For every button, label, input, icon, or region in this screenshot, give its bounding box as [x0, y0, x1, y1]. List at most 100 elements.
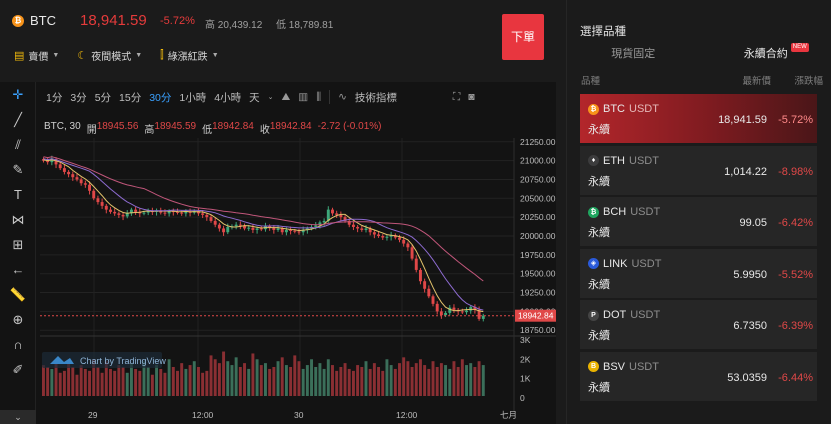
- candle-body: [414, 258, 418, 270]
- candle-body: [385, 236, 389, 238]
- candle-body: [83, 183, 87, 185]
- market-row-link[interactable]: ◈ LINK USDT 永續 5.9950 -5.52%: [580, 248, 817, 298]
- interval-30m[interactable]: 30分: [149, 90, 171, 105]
- change-percent: -6.42%: [778, 217, 813, 229]
- candle-style-icon[interactable]: ▥: [298, 91, 308, 103]
- pair-selector[interactable]: ₿ BTC: [12, 13, 56, 28]
- volume-bar: [109, 368, 112, 396]
- volume-bar: [322, 368, 326, 396]
- candle-body: [213, 220, 217, 225]
- panel-title: 選擇品種: [580, 26, 626, 38]
- fib-icon[interactable]: ⫽: [0, 132, 36, 157]
- volume-bar: [201, 372, 205, 396]
- interval-3m[interactable]: 3分: [70, 90, 86, 105]
- y-tick-label: 19250.00: [520, 288, 556, 298]
- current-price-label: 18942.84: [518, 311, 554, 321]
- volume-bar: [159, 368, 163, 396]
- lock-icon[interactable]: ✐: [0, 357, 36, 382]
- interval-5m[interactable]: 5分: [95, 90, 111, 105]
- bsv-coin-icon: B: [588, 361, 599, 372]
- brush-icon[interactable]: ✎: [0, 157, 36, 182]
- volume-bar: [117, 365, 121, 396]
- volume-bar: [264, 363, 267, 396]
- volume-bar: [96, 367, 100, 396]
- market-row-dot[interactable]: P DOT USDT 永續 6.7350 -6.39%: [580, 300, 817, 349]
- volume-bar: [414, 363, 418, 396]
- pattern-icon[interactable]: ⋈: [0, 207, 36, 232]
- volume-bar: [326, 359, 330, 396]
- fullscreen-icon[interactable]: ⛶: [453, 91, 460, 104]
- volume-bar: [452, 361, 456, 396]
- candle-body: [356, 226, 360, 229]
- change-percent: -5.52%: [778, 268, 813, 281]
- volume-tick-label: 0: [520, 393, 525, 403]
- chart-container: ✛ ╱ ⫽ ✎ T ⋈ ⊞ ← 📏 ⊕ ∩ ✐ ⌄ 1分 3分 5分 15分 3…: [0, 82, 556, 424]
- volume-bar: [150, 374, 154, 396]
- area-chart-icon[interactable]: ⛰: [281, 91, 290, 104]
- volume-bar: [343, 363, 347, 396]
- market-row-btc[interactable]: ₿ BTC USDT 永續 18,941.59 -5.72%: [580, 94, 817, 143]
- order-button[interactable]: 下單: [502, 14, 544, 60]
- volume-bar: [251, 353, 255, 396]
- interval-1m[interactable]: 1分: [46, 90, 62, 105]
- volume-bar: [247, 368, 251, 396]
- market-row-eth[interactable]: ♦ ETH USDT 永續 1,014.22 -8.98%: [580, 145, 817, 195]
- market-symbol: B BSV USDT: [588, 361, 659, 373]
- volume-bar: [100, 372, 104, 396]
- color-scheme-dropdown[interactable]: ⫿ 綠漲紅跌 ▼: [160, 48, 218, 63]
- bar-style-icon[interactable]: ⫼: [316, 91, 321, 104]
- volume-bar: [460, 359, 464, 396]
- volume-tick-label: 2K: [520, 354, 531, 364]
- candle-body: [134, 209, 138, 212]
- indicators-icon[interactable]: ∿: [338, 91, 347, 103]
- y-tick-label: 20750.00: [520, 174, 556, 184]
- market-row-bsv[interactable]: B BSV USDT 永續 53.0359 -6.44%: [580, 351, 817, 401]
- chevron-down-icon[interactable]: ⌄: [268, 93, 274, 101]
- candle-body: [377, 234, 381, 236]
- candle-body: [427, 288, 431, 297]
- y-tick-label: 18750.00: [520, 325, 556, 335]
- interval-4h[interactable]: 4小時: [214, 90, 241, 105]
- zoom-in-icon[interactable]: ⊕: [0, 307, 36, 332]
- price-type-dropdown[interactable]: ▤ 賣價 ▼: [14, 48, 59, 63]
- candle-body: [88, 184, 92, 191]
- text-tool-icon[interactable]: T: [0, 182, 36, 207]
- candle-body: [423, 281, 427, 289]
- trend-line-icon[interactable]: ╱: [0, 107, 36, 132]
- y-tick-label: 21250.00: [520, 137, 556, 147]
- market-row-bch[interactable]: ₿ BCH USDT 永續 99.05 -6.42%: [580, 197, 817, 246]
- interval-1h[interactable]: 1小時: [179, 90, 206, 105]
- volume-bar: [171, 367, 175, 396]
- collapse-toolbar-icon[interactable]: ⌄: [0, 410, 36, 424]
- candle-body: [460, 311, 464, 313]
- volume-bar: [163, 372, 167, 396]
- camera-icon[interactable]: ◙: [468, 91, 474, 103]
- price-chart[interactable]: 21250.00 21000.00 20750.00 20500.00 20250.00…: [36, 112, 556, 424]
- last-price: 18,941.59: [80, 12, 147, 29]
- magnet-icon[interactable]: ∩: [0, 332, 36, 357]
- market-selector-panel: 選擇品種 現貨固定 永續合約 NEW 品種 最新價 漲跌幅 ₿ BTC USDT 永續 1…: [566, 0, 831, 424]
- ruler-icon[interactable]: 📏: [0, 282, 36, 307]
- volume-bar: [469, 363, 473, 396]
- interval-1d[interactable]: 天: [249, 90, 260, 105]
- volume-bar: [444, 365, 448, 396]
- contract-kind: 永續: [588, 381, 610, 394]
- interval-15m[interactable]: 15分: [119, 90, 141, 105]
- arrow-left-icon[interactable]: ←: [0, 257, 36, 282]
- y-tick-label: 20000.00: [520, 231, 556, 241]
- volume-bar: [297, 361, 301, 396]
- candle-body: [117, 213, 121, 215]
- tab-spot[interactable]: 現貨固定: [567, 45, 700, 61]
- candle-body: [284, 229, 288, 233]
- tab-perpetual[interactable]: 永續合約 NEW: [700, 43, 831, 61]
- crosshair-icon[interactable]: ✛: [0, 82, 36, 107]
- night-mode-dropdown[interactable]: ☾ 夜間模式 ▼: [77, 48, 142, 63]
- candle-body: [96, 198, 100, 203]
- candle-body: [431, 296, 435, 304]
- candle-body: [364, 228, 368, 230]
- chevron-down-icon: ▼: [211, 52, 219, 59]
- prediction-icon[interactable]: ⊞: [0, 232, 36, 257]
- volume-bar: [368, 368, 372, 396]
- candle-body: [247, 227, 251, 229]
- indicators-button[interactable]: 技術指標: [355, 90, 397, 105]
